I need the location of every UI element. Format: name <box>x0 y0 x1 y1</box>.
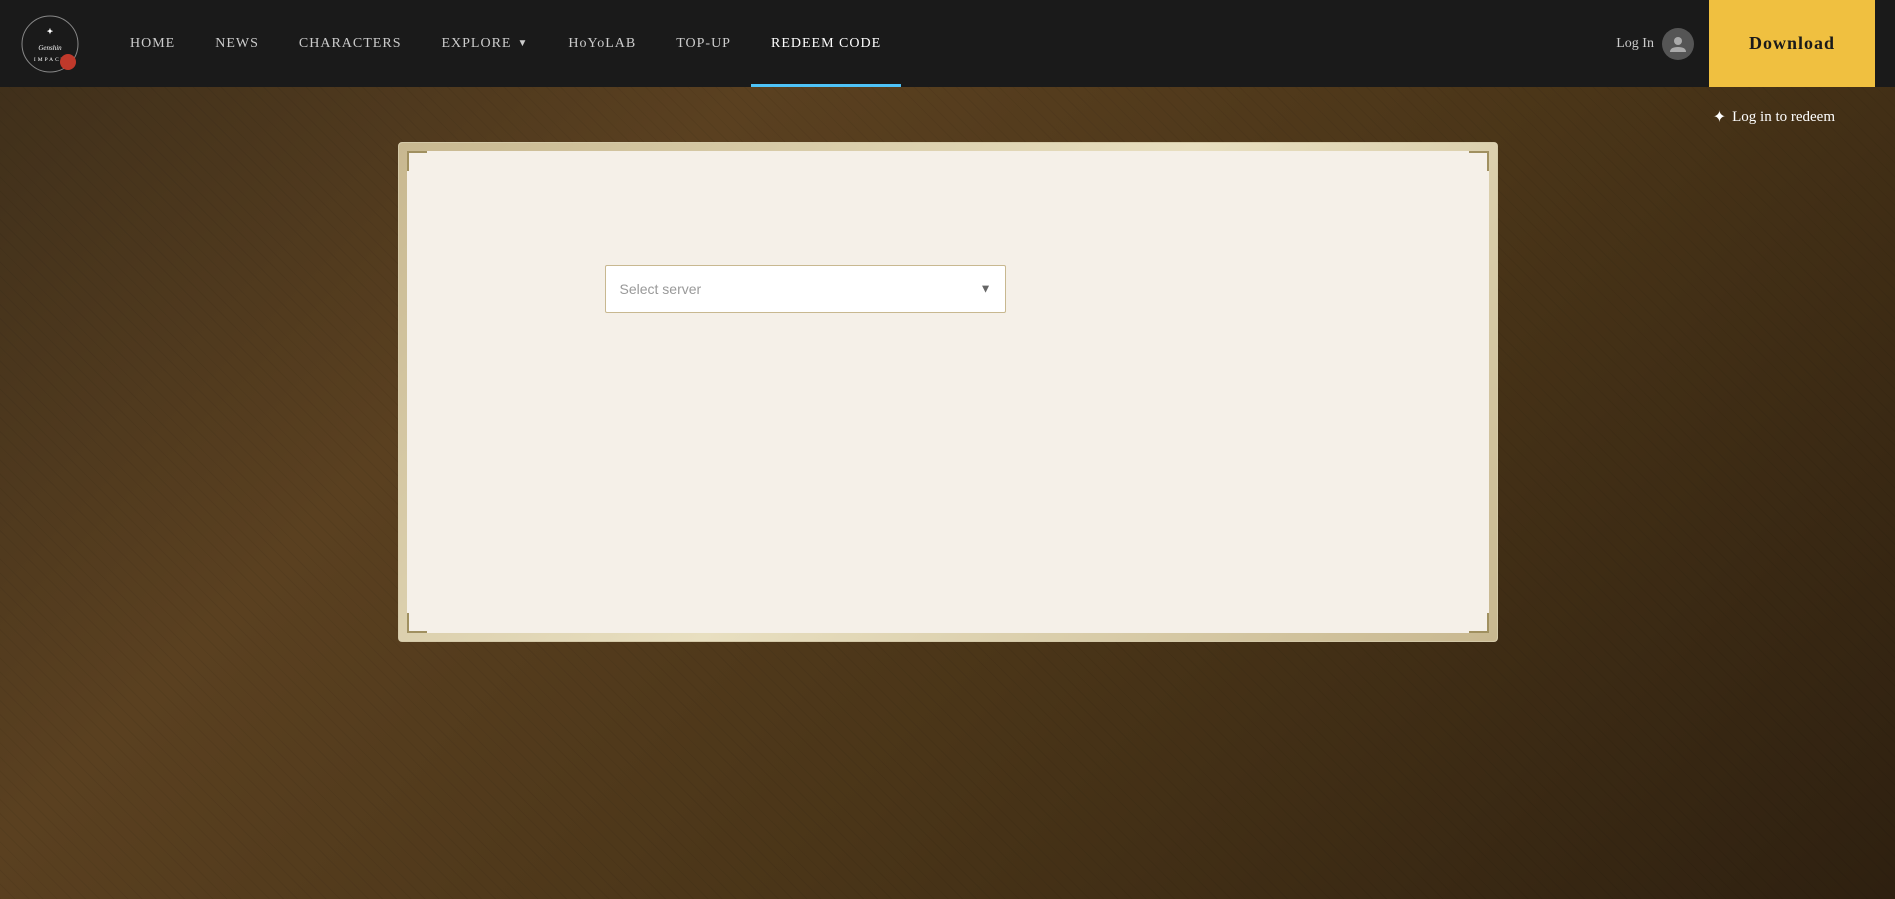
code-label: *RedemptionCode <box>459 422 589 461</box>
svg-text:✦: ✦ <box>47 27 54 36</box>
form-section: Redeem Code *Server Select server ▼ *Cha… <box>399 143 1067 641</box>
nickname-required-star: * <box>519 347 527 363</box>
nav-news[interactable]: NEWS <box>195 0 279 87</box>
redeem-card: Redeem Code *Server Select server ▼ *Cha… <box>398 142 1498 642</box>
log-in-to-redeem-link[interactable]: ✦ Log in to redeem <box>1713 107 1835 127</box>
server-select[interactable]: Select server <box>605 265 1006 313</box>
nickname-input[interactable] <box>605 341 1006 389</box>
log-in-to-redeem-text: Log in to redeem <box>1732 109 1835 126</box>
explore-dropdown-arrow: ▼ <box>517 38 528 49</box>
server-label-text: Server <box>549 280 588 296</box>
login-button[interactable]: Log In <box>1616 28 1694 60</box>
corner-decoration-bl <box>407 613 427 633</box>
nav-explore[interactable]: EXPLORE ▼ <box>421 0 548 87</box>
info-point-4: 4. Each redemption code can only be used… <box>1107 524 1457 548</box>
nav-links: HOME NEWS CHARACTERS EXPLORE ▼ HoYoLAB T… <box>110 0 1616 87</box>
server-required-star: * <box>538 280 546 296</box>
nav-hoyolab[interactable]: HoYoLAB <box>548 0 656 87</box>
nav-redeem-code[interactable]: REDEEM CODE <box>751 0 901 87</box>
info-text: 1. Before redeeming a code, log in to yo… <box>1107 244 1457 548</box>
nickname-label-text: CharacterNickname <box>527 347 589 383</box>
info-section: About Code Redemption 1. Before redeemin… <box>1067 143 1497 641</box>
info-title: About Code Redemption <box>1107 193 1457 220</box>
code-label-text: RedemptionCode <box>515 423 588 459</box>
form-title: Redeem Code <box>459 193 1006 225</box>
svg-text:Genshin: Genshin <box>38 44 62 52</box>
nav-topup[interactable]: TOP-UP <box>656 0 751 87</box>
main-content: ✦ Log in to redeem Redeem Code *Server S… <box>0 87 1895 899</box>
redeem-button[interactable]: Redeem <box>459 503 1006 563</box>
redemption-code-input[interactable] <box>605 417 1006 465</box>
nickname-field-group: *CharacterNickname <box>459 341 1006 389</box>
nav-home[interactable]: HOME <box>110 0 195 87</box>
download-button[interactable]: Download <box>1709 0 1875 87</box>
nav-right: Log In Download <box>1616 0 1875 87</box>
server-field-group: *Server Select server ▼ <box>459 265 1006 313</box>
server-label: *Server <box>459 279 589 299</box>
login-label: Log In <box>1616 36 1654 52</box>
sparkle-icon: ✦ <box>1713 107 1726 127</box>
navbar: ✦ Genshin IMPACT HOME NEWS CHARACTERS EX… <box>0 0 1895 87</box>
server-select-wrapper: Select server ▼ <box>605 265 1006 313</box>
corner-decoration-br <box>1469 613 1489 633</box>
logo[interactable]: ✦ Genshin IMPACT <box>20 14 80 74</box>
info-point-3: 3. Pay attention to the redemption condi… <box>1107 439 1457 510</box>
info-point-2: 2. After redeeming a code, you will rece… <box>1107 353 1457 424</box>
genshin-logo-icon: ✦ Genshin IMPACT <box>20 14 80 74</box>
nav-characters[interactable]: CHARACTERS <box>279 0 422 87</box>
user-avatar-icon <box>1662 28 1694 60</box>
code-required-star: * <box>504 423 512 439</box>
code-field-group: *RedemptionCode <box>459 417 1006 465</box>
info-point-1: 1. Before redeeming a code, log in to yo… <box>1107 244 1457 339</box>
corner-decoration-tl <box>407 151 427 171</box>
corner-decoration-tr <box>1469 151 1489 171</box>
nickname-label: *CharacterNickname <box>459 346 589 385</box>
